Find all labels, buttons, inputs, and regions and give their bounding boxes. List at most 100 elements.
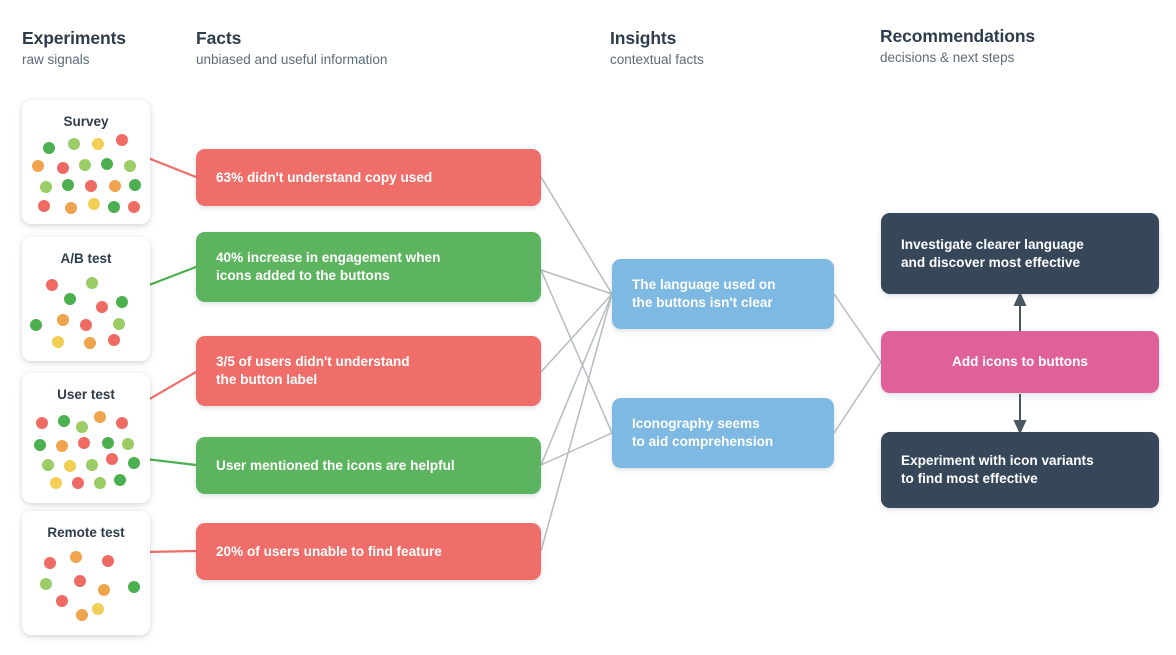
- experiment-card-label: A/B test: [60, 251, 112, 266]
- insight-text: Iconography seems to aid comprehension: [632, 416, 774, 449]
- recommendation-card-2[interactable]: Experiment with icon variants to find mo…: [881, 432, 1159, 508]
- scatter-dot: [58, 415, 70, 427]
- arrow-up-head: [1013, 291, 1027, 306]
- scatter-dot: [88, 198, 100, 210]
- fact-text: 63% didn't understand copy used: [216, 169, 433, 185]
- scatter-dot: [42, 459, 54, 471]
- scatter-dot: [64, 293, 76, 305]
- column-title: Experiments: [22, 28, 126, 48]
- column-subtitle: decisions & next steps: [880, 50, 1015, 66]
- link-fact2-insight2: [540, 269, 613, 434]
- scatter-dot: [102, 437, 114, 449]
- scatter-dot: [109, 180, 121, 192]
- column-header-facts: Facts unbiased and useful information: [196, 28, 387, 69]
- fact-text: 40% increase in engagement when icons ad…: [216, 250, 441, 283]
- link-fact4-insight2: [540, 432, 613, 466]
- scatter-dot: [116, 134, 128, 146]
- fact-card-3[interactable]: 3/5 of users didn't understand the butto…: [196, 336, 541, 406]
- scatter-dot: [92, 138, 104, 150]
- experiment-card-label: Remote test: [47, 525, 125, 540]
- fact-card-5[interactable]: 20% of users unable to find feature: [196, 523, 541, 580]
- scatter-dot: [116, 417, 128, 429]
- scatter-dot: [128, 457, 140, 469]
- scatter-dot: [129, 179, 141, 191]
- link-fact2-insight2-cross: [540, 269, 613, 295]
- scatter-dot: [124, 160, 136, 172]
- scatter-dot: [56, 440, 68, 452]
- experiment-card-label: User test: [57, 387, 115, 402]
- scatter-dot: [40, 181, 52, 193]
- recommendation-text: Add icons to buttons: [952, 354, 1088, 370]
- experiment-card-ab-test[interactable]: A/B test: [22, 237, 150, 361]
- scatter-dot: [80, 319, 92, 331]
- fact-text: 20% of users unable to find feature: [216, 543, 442, 559]
- column-title: Facts: [196, 28, 242, 48]
- scatter-dot: [116, 296, 128, 308]
- scatter-dot: [64, 460, 76, 472]
- link-fact1-insight1: [540, 176, 613, 295]
- insight-text: The language used on the buttons isn't c…: [632, 277, 776, 310]
- column-title: Insights: [610, 28, 677, 48]
- scatter-dot: [76, 421, 88, 433]
- experiment-card-survey[interactable]: Survey: [22, 100, 150, 224]
- fact-card-2[interactable]: 40% increase in engagement when icons ad…: [196, 232, 541, 302]
- recommendation-text: Experiment with icon variants to find mo…: [901, 453, 1094, 486]
- scatter-dot: [30, 319, 42, 331]
- column-header-recommendations: Recommendations decisions & next steps: [880, 26, 1035, 67]
- connector-lines: [96, 141, 1027, 555]
- recommendation-text: Investigate clearer language and discove…: [901, 236, 1084, 270]
- scatter-dot: [113, 318, 125, 330]
- scatter-dot: [92, 603, 104, 615]
- scatter-dot: [106, 453, 118, 465]
- scatter-dot: [96, 301, 108, 313]
- scatter-dot: [76, 609, 88, 621]
- scatter-dot: [32, 160, 44, 172]
- scatter-dot: [62, 179, 74, 191]
- scatter-dot: [52, 336, 64, 348]
- insight-card-2[interactable]: Iconography seems to aid comprehension: [612, 398, 834, 468]
- fact-text: 3/5 of users didn't understand the butto…: [216, 354, 410, 387]
- experiment-card-label: Survey: [63, 114, 109, 129]
- scatter-dot: [50, 477, 62, 489]
- scatter-dot: [78, 437, 90, 449]
- scatter-dot: [68, 138, 80, 150]
- scatter-dot: [79, 159, 91, 171]
- scatter-dot: [44, 557, 56, 569]
- scatter-dot: [57, 162, 69, 174]
- link-insight2-rec-primary: [833, 361, 882, 434]
- scatter-dot: [128, 201, 140, 213]
- link-fact3-insight1: [540, 293, 613, 373]
- scatter-dot: [94, 477, 106, 489]
- scatter-dot: [72, 477, 84, 489]
- fact-card-4[interactable]: User mentioned the icons are helpful: [196, 437, 541, 494]
- scatter-dot: [108, 334, 120, 346]
- fact-card-1[interactable]: 63% didn't understand copy used: [196, 149, 541, 206]
- scatter-dot: [101, 158, 113, 170]
- scatter-dot: [34, 439, 46, 451]
- link-fact4-insight1: [540, 293, 613, 466]
- scatter-dot: [86, 277, 98, 289]
- scatter-dot: [57, 314, 69, 326]
- experiment-card-user-test[interactable]: User test: [22, 373, 150, 503]
- experiment-card-remote-test[interactable]: Remote test: [22, 511, 150, 635]
- scatter-dot: [56, 595, 68, 607]
- scatter-dot: [122, 438, 134, 450]
- column-subtitle: unbiased and useful information: [196, 52, 388, 68]
- scatter-dot: [36, 417, 48, 429]
- fact-text: User mentioned the icons are helpful: [216, 457, 455, 473]
- insight-card-1[interactable]: The language used on the buttons isn't c…: [612, 259, 834, 329]
- diagram-canvas: Experiments raw signals Facts unbiased a…: [0, 0, 1176, 655]
- scatter-dot: [70, 551, 82, 563]
- recommendation-card-primary[interactable]: Add icons to buttons: [881, 331, 1159, 393]
- recommendation-card-1[interactable]: Investigate clearer language and discove…: [881, 213, 1159, 294]
- scatter-dot: [84, 337, 96, 349]
- column-title: Recommendations: [880, 26, 1036, 46]
- scatter-dot: [65, 202, 77, 214]
- scatter-dot: [114, 474, 126, 486]
- column-subtitle: contextual facts: [610, 52, 704, 68]
- column-subtitle: raw signals: [22, 52, 90, 68]
- arrow-down-head: [1013, 420, 1027, 435]
- link-insight1-rec-primary: [833, 293, 882, 363]
- scatter-dot: [128, 581, 140, 593]
- link-fact5-insight1: [540, 293, 613, 552]
